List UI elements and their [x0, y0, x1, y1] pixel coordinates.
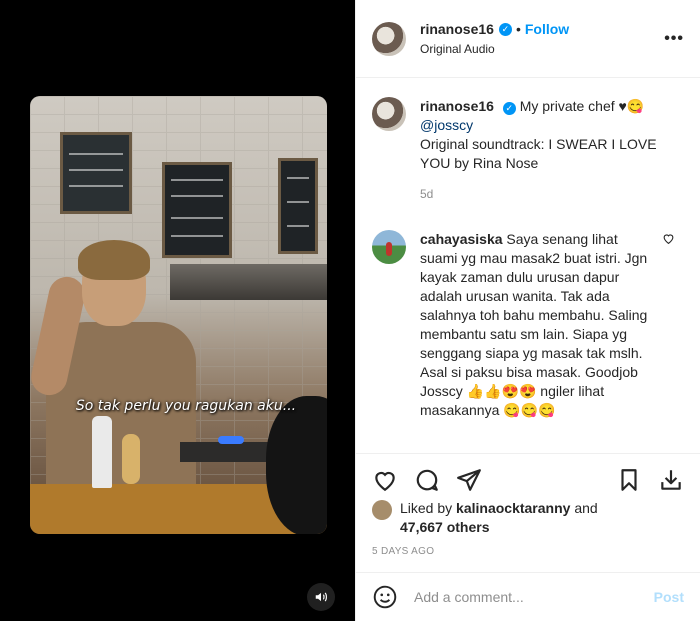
comment-text: Saya senang lihat suami yg mau masak2 bu… — [420, 231, 648, 418]
foreground-head — [266, 396, 327, 534]
chalkboard-sign — [278, 158, 318, 254]
video-player[interactable]: So tak perlu you ragukan aku... — [0, 0, 355, 621]
caption-text: My private chef ♥😋 — [519, 98, 645, 114]
comment-username[interactable]: cahayasiska — [420, 231, 503, 247]
likes-and-label: and — [574, 500, 598, 516]
video-frame[interactable]: So tak perlu you ragukan aku... — [30, 96, 327, 534]
caption-username[interactable]: rinanose16 — [420, 98, 494, 114]
chalkboard-sign — [60, 132, 132, 214]
action-bar — [356, 453, 700, 505]
post-info-panel: rinanose16 ✓ • Follow Original Audio •••… — [355, 0, 700, 621]
add-comment-bar: Post — [356, 572, 700, 621]
more-options-button[interactable]: ••• — [664, 30, 684, 48]
avatar[interactable] — [372, 500, 392, 520]
soundtrack-text: Original soundtrack: I SWEAR I LOVE YOU … — [420, 136, 657, 171]
likes-summary: Liked by kalinaocktaranny and 47,667 oth… — [372, 499, 684, 537]
mention-link[interactable]: @josscy — [420, 117, 473, 133]
separator-dot: • — [515, 21, 521, 37]
follow-button[interactable]: Follow — [525, 21, 569, 37]
heart-icon[interactable] — [372, 467, 398, 493]
comment-item: cahayasiska Saya senang lihat suami yg m… — [356, 204, 700, 420]
avatar[interactable] — [372, 21, 406, 56]
liked-by-label: Liked by — [400, 500, 453, 516]
chalkboard-sign — [162, 162, 232, 258]
caption-time[interactable]: 5d — [420, 185, 684, 204]
instagram-post: So tak perlu you ragukan aku... rinanose… — [0, 0, 700, 621]
chef-figurine — [122, 434, 140, 484]
speaker-icon[interactable] — [307, 583, 335, 611]
smiley-icon[interactable] — [372, 584, 398, 610]
post-date[interactable]: 5 DAYS AGO — [372, 546, 434, 557]
caption: rinanose16 ✓ My private chef ♥😋 @josscy … — [356, 79, 700, 204]
avatar[interactable] — [372, 230, 406, 264]
range-hood — [170, 264, 327, 300]
paper-plane-icon[interactable] — [456, 467, 482, 493]
post-comment-button[interactable]: Post — [654, 589, 684, 605]
verified-badge-icon: ✓ — [502, 102, 516, 115]
bookmark-icon[interactable] — [616, 467, 642, 493]
bottle — [92, 416, 112, 488]
gas-flame — [218, 436, 244, 444]
post-header: rinanose16 ✓ • Follow Original Audio ••• — [356, 0, 700, 78]
author-username[interactable]: rinanose16 — [420, 21, 494, 37]
comment-input[interactable] — [414, 589, 654, 605]
stove — [180, 442, 280, 462]
comments-list[interactable]: rinanose16 ✓ My private chef ♥😋 @josscy … — [356, 79, 700, 453]
verified-badge-icon: ✓ — [498, 22, 512, 36]
video-subtitle: So tak perlu you ragukan aku... — [75, 398, 297, 414]
liked-by-username[interactable]: kalinaocktaranny — [456, 500, 570, 516]
download-icon[interactable] — [658, 467, 684, 493]
likes-count-link[interactable]: 47,667 others — [400, 519, 490, 535]
heart-icon[interactable] — [662, 232, 675, 420]
audio-link[interactable]: Original Audio — [420, 42, 664, 56]
avatar[interactable] — [372, 97, 406, 131]
comment-bubble-icon[interactable] — [414, 467, 440, 493]
